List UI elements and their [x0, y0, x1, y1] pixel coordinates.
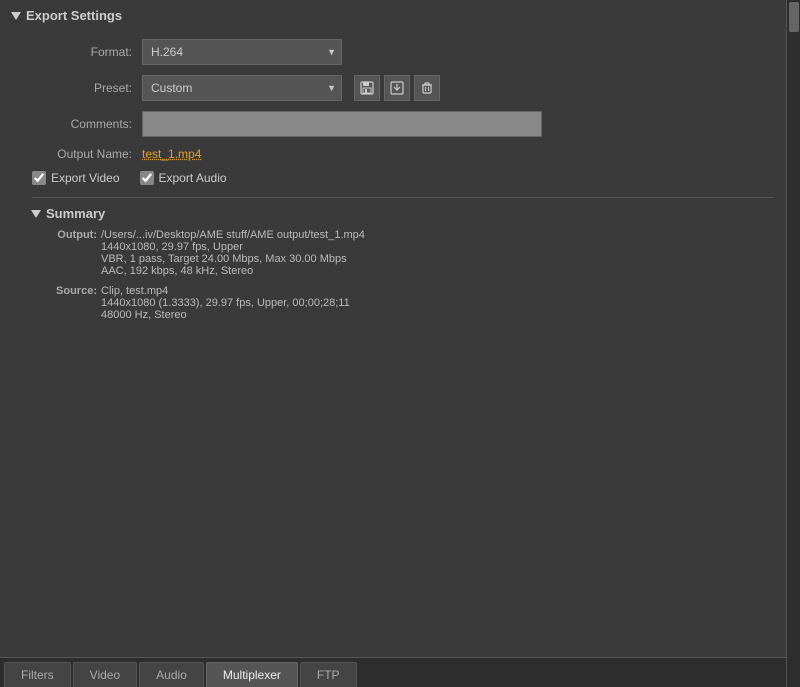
comments-label: Comments:: [32, 117, 132, 131]
summary-output-line-2: 1440x1080, 29.97 fps, Upper: [101, 241, 365, 253]
summary-output-line-4: AAC, 192 kbps, 48 kHz, Stereo: [101, 265, 365, 277]
import-preset-button[interactable]: [384, 75, 410, 101]
summary-output-label: Output:: [42, 229, 97, 277]
format-row: Format: H.264 H.265 MPEG-2 QuickTime: [12, 39, 774, 65]
summary-output-row: Output: /Users/...iv/Desktop/AME stuff/A…: [42, 229, 774, 277]
content-area: Export Settings Format: H.264 H.265 MPEG…: [0, 0, 786, 687]
save-icon: [360, 81, 374, 95]
export-audio-checkbox-item[interactable]: Export Audio: [140, 171, 227, 185]
summary-output-values: /Users/...iv/Desktop/AME stuff/AME outpu…: [101, 229, 365, 277]
delete-preset-button[interactable]: [414, 75, 440, 101]
export-checkboxes-row: Export Video Export Audio: [12, 171, 774, 185]
summary-source-line-2: 1440x1080 (1.3333), 29.97 fps, Upper, 00…: [101, 297, 350, 309]
preset-label: Preset:: [32, 81, 132, 95]
preset-dropdown-wrapper: Custom Match Source High Quality: [142, 75, 342, 101]
summary-output-line-1: /Users/...iv/Desktop/AME stuff/AME outpu…: [101, 229, 365, 241]
tab-ftp[interactable]: FTP: [300, 662, 357, 687]
format-select[interactable]: H.264 H.265 MPEG-2 QuickTime: [142, 39, 342, 65]
summary-title: Summary: [46, 206, 105, 221]
format-dropdown-wrapper: H.264 H.265 MPEG-2 QuickTime: [142, 39, 342, 65]
tabs-bar: Filters Video Audio Multiplexer FTP: [0, 657, 786, 687]
summary-output-line-3: VBR, 1 pass, Target 24.00 Mbps, Max 30.0…: [101, 253, 365, 265]
scrollbar-thumb[interactable]: [789, 2, 799, 32]
preset-select[interactable]: Custom Match Source High Quality: [142, 75, 342, 101]
scrollbar[interactable]: [786, 0, 800, 687]
import-icon: [390, 81, 404, 95]
output-name-link[interactable]: test_1.mp4: [142, 147, 201, 161]
tab-audio[interactable]: Audio: [139, 662, 204, 687]
comments-row: Comments:: [12, 111, 774, 137]
summary-source-label: Source:: [42, 285, 97, 321]
export-settings-panel: Export Settings Format: H.264 H.265 MPEG…: [0, 0, 800, 687]
summary-content: Output: /Users/...iv/Desktop/AME stuff/A…: [32, 229, 774, 321]
export-video-checkbox[interactable]: [32, 171, 46, 185]
summary-header: Summary: [32, 197, 774, 221]
summary-source-values: Clip, test.mp4 1440x1080 (1.3333), 29.97…: [101, 285, 350, 321]
format-label: Format:: [32, 45, 132, 59]
export-video-checkbox-item[interactable]: Export Video: [32, 171, 120, 185]
section-title: Export Settings: [26, 8, 122, 23]
comments-input[interactable]: [142, 111, 542, 137]
tab-filters[interactable]: Filters: [4, 662, 71, 687]
export-audio-label: Export Audio: [159, 171, 227, 185]
preset-controls: Custom Match Source High Quality: [142, 75, 440, 101]
collapse-icon[interactable]: [11, 12, 21, 20]
output-name-label: Output Name:: [32, 147, 132, 161]
tab-video[interactable]: Video: [73, 662, 137, 687]
export-audio-checkbox[interactable]: [140, 171, 154, 185]
export-settings-section: Export Settings Format: H.264 H.265 MPEG…: [0, 0, 786, 657]
preset-icon-group: [354, 75, 440, 101]
export-video-label: Export Video: [51, 171, 120, 185]
summary-source-line-1: Clip, test.mp4: [101, 285, 350, 297]
summary-section: Summary Output: /Users/...iv/Desktop/AME…: [12, 197, 774, 321]
summary-source-line-3: 48000 Hz, Stereo: [101, 309, 350, 321]
trash-icon: [420, 81, 434, 95]
save-preset-button[interactable]: [354, 75, 380, 101]
section-header: Export Settings: [12, 8, 774, 27]
summary-source-row: Source: Clip, test.mp4 1440x1080 (1.3333…: [42, 285, 774, 321]
summary-collapse-icon[interactable]: [31, 210, 41, 218]
preset-row: Preset: Custom Match Source High Quality: [12, 75, 774, 101]
tab-multiplexer[interactable]: Multiplexer: [206, 662, 298, 687]
output-name-row: Output Name: test_1.mp4: [12, 147, 774, 161]
